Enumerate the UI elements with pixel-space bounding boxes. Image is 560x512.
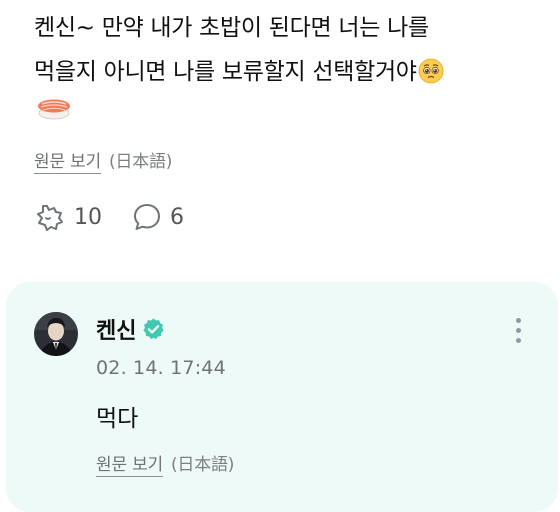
post-text-line2: 먹을지 아니면 나를 보류할지 선택할거야 — [34, 59, 417, 85]
pleading-face-emoji-icon — [418, 58, 444, 84]
reply-card — [6, 282, 558, 512]
avatar[interactable] — [34, 312, 78, 356]
see-original-label[interactable]: 원문 보기 — [34, 152, 101, 174]
post-text: 켄신~ 만약 내가 초밥이 된다면 너는 나를 먹을지 아니면 나를 보류할지 … — [34, 6, 544, 94]
sushi-emoji-icon — [38, 99, 70, 120]
see-original-label[interactable]: 원문 보기 — [96, 455, 163, 477]
kebab-dot-icon — [515, 328, 521, 333]
reply-see-original-link[interactable]: 원문 보기 (日本語) — [96, 450, 235, 477]
author-name[interactable]: 켄신 — [96, 313, 136, 345]
comment-count: 6 — [170, 204, 184, 230]
verified-badge-icon — [143, 317, 165, 339]
see-original-link[interactable]: 원문 보기 (日本語) — [34, 147, 173, 174]
post-text-line1: 켄신~ 만약 내가 초밥이 된다면 너는 나를 — [34, 15, 429, 41]
kebab-dot-icon — [515, 318, 521, 323]
reply-author[interactable]: 켄신 — [96, 313, 166, 345]
post-actions: 10 6 — [34, 200, 214, 234]
original-language-label: (日本語) — [170, 455, 235, 475]
kebab-dot-icon — [515, 338, 521, 343]
like-count: 10 — [74, 204, 102, 230]
reply-text: 먹다 — [96, 406, 139, 432]
like-icon — [37, 205, 63, 231]
original-language-label: (日本語) — [108, 152, 173, 172]
more-options-button[interactable] — [506, 314, 530, 348]
like-button[interactable]: 10 — [34, 201, 102, 233]
reply-timestamp: 02. 14. 17:44 — [96, 357, 226, 379]
comment-icon — [134, 204, 160, 230]
avatar-image — [34, 312, 78, 356]
comment-button[interactable]: 6 — [132, 202, 184, 232]
